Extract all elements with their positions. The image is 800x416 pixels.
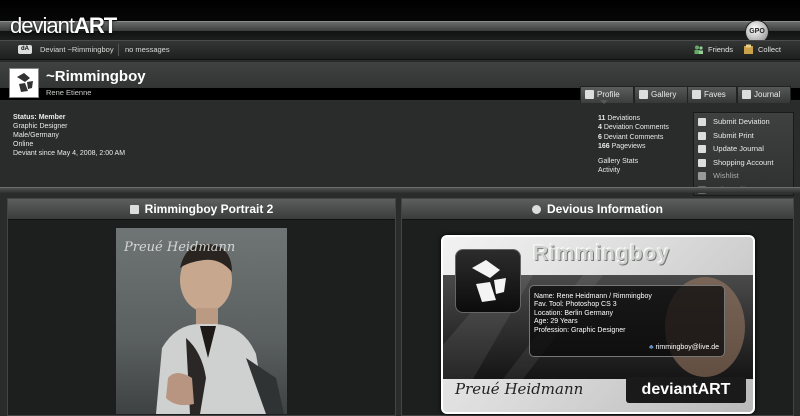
gallery-icon [639, 90, 648, 99]
stat-pageviews: 166 Pageviews [598, 142, 646, 150]
nav-separator [118, 44, 119, 56]
friends-label: Friends [708, 45, 734, 54]
info-icon [531, 205, 541, 214]
portrait-figure [156, 243, 284, 414]
nav-user-link[interactable]: Deviant ~Rimmingboy [40, 41, 114, 59]
id-card-image[interactable]: Rimmingboy Name: Rene Heidmann / Rimming… [441, 235, 755, 414]
collect-button[interactable]: Collect [740, 42, 781, 57]
profile-stats: 11 Deviations 4 Deviation Comments 6 Dev… [598, 114, 669, 176]
avatar-icon [472, 260, 506, 302]
wishlist-icon [698, 172, 706, 180]
portrait-image[interactable]: Preué Heidmann [116, 228, 287, 414]
card-location: Location: Berlin Germany [534, 309, 613, 317]
collect-label: Collect [758, 45, 781, 54]
info-line: Graphic Designer [13, 123, 68, 130]
card-age: Age: 29 Years [534, 318, 578, 326]
section-divider [0, 187, 800, 193]
submit-print-icon [698, 131, 706, 140]
tab-faves[interactable]: Faves [687, 86, 737, 103]
portrait-signature: Preué Heidmann [124, 240, 236, 255]
card-name: Name: Rene Heidmann / Rimmingboy [534, 293, 652, 300]
deviation-icon [129, 205, 139, 214]
friends-button[interactable]: Friends [690, 42, 733, 57]
card-signature: Preué Heidmann [455, 380, 584, 398]
menu-item-update-journal[interactable]: Update Journal [694, 142, 793, 156]
top-bar [0, 0, 800, 40]
info-line: Male/Germany [13, 132, 59, 139]
menu-item-shopping-account[interactable]: Shopping Account [694, 156, 793, 170]
menu-item-submit-deviation[interactable]: Submit Deviation [694, 115, 793, 129]
friends-icon [694, 45, 703, 54]
id-card-title: Rimmingboy [533, 242, 671, 265]
top-bar-track [0, 21, 800, 31]
devious-info-panel-header: Devious Information [402, 199, 793, 220]
avatar[interactable] [9, 68, 39, 98]
id-card-avatar [455, 249, 521, 313]
profile-info: Status: Member Graphic Designer Male/Ger… [13, 113, 125, 158]
real-name: Rene Etienne [46, 88, 92, 97]
card-tool: Fav. Tool: Photoshop CS 3 [534, 301, 617, 309]
activity-link[interactable]: Activity [598, 166, 669, 175]
avatar-icon [10, 69, 38, 97]
nav-messages-link[interactable]: no messages [125, 41, 170, 59]
nav-bar: dA Deviant ~Rimmingboy no messages Frien… [0, 40, 800, 60]
faves-icon [692, 90, 701, 99]
portrait-panel-title: Rimmingboy Portrait 2 [144, 202, 274, 216]
devious-info-panel-title: Devious Information [546, 202, 663, 216]
tab-journal[interactable]: Journal [737, 86, 791, 103]
submit-deviation-icon [698, 118, 706, 126]
card-logo: deviantART [626, 377, 746, 403]
journal-icon [698, 145, 706, 153]
active-tab-arrow [600, 100, 608, 104]
deviantart-logo[interactable]: deviantART [10, 13, 117, 39]
gallery-stats-link[interactable]: Gallery Stats [598, 157, 669, 166]
menu-item-submit-print[interactable]: Submit Print [694, 129, 793, 143]
messenger-icon: ♣ [649, 344, 654, 351]
portrait-panel-header: Rimmingboy Portrait 2 [8, 199, 395, 220]
stat-deviant-comments[interactable]: 6 Deviant Comments [598, 133, 669, 142]
stat-deviations[interactable]: 11 Deviations [598, 114, 669, 123]
menu-item-wishlist[interactable]: Wishlist [694, 169, 793, 183]
shopping-icon [698, 158, 706, 167]
username[interactable]: ~Rimmingboy [46, 68, 146, 85]
profile-actions-menu: Submit Deviation Submit Print Update Jou… [693, 112, 794, 196]
info-line: Online [13, 141, 34, 148]
tab-gallery[interactable]: Gallery [634, 86, 688, 103]
da-icon[interactable]: dA [18, 45, 32, 54]
profile-icon [585, 90, 594, 99]
info-line: Deviant since May 4, 2008, 2:00 AM [13, 150, 126, 157]
card-profession: Profession: Graphic Designer [534, 326, 626, 334]
collect-icon [744, 44, 753, 54]
journal-icon [742, 90, 751, 99]
status-line: Status: Member [13, 114, 66, 121]
stat-deviation-comments[interactable]: 4 Deviation Comments [598, 123, 669, 132]
card-email: ♣ rimmingboy@live.de [649, 344, 720, 351]
